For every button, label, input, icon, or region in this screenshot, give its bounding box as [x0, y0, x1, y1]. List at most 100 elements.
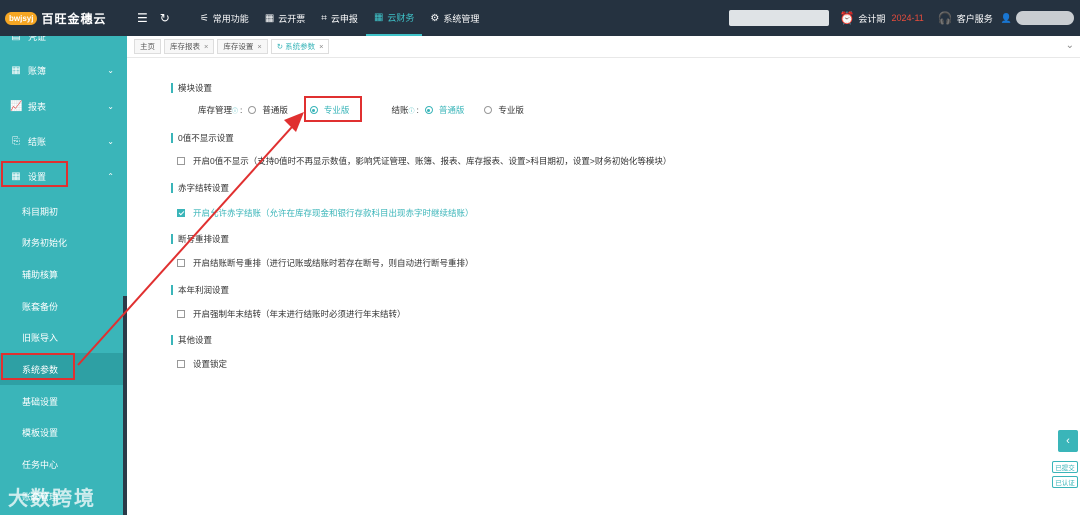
colon: :	[416, 105, 419, 115]
tab-label: 主页	[140, 42, 155, 51]
radio-closing-pro[interactable]	[484, 106, 493, 114]
user-icon: 👤	[1000, 12, 1012, 23]
customer-service[interactable]: 客户服务	[957, 12, 993, 25]
sidebar-sub-item[interactable]: 科目期初	[0, 195, 124, 227]
refresh-icon[interactable]: ↻	[160, 11, 170, 25]
section-module: 模块设置	[171, 83, 212, 93]
grid-icon: ▦	[264, 12, 275, 24]
crop-icon: ⌗	[321, 12, 327, 24]
checkbox-lock[interactable]	[177, 360, 185, 368]
sidebar-sub-item[interactable]: 财务初始化	[0, 226, 124, 258]
top-menu: ⚟ 常用功能 ▦ 云开票 ⌗ 云申报 ▦ 云财务 ⚙ 系统管理	[192, 0, 488, 36]
menu-label: 云财务	[387, 12, 415, 23]
radio-closing-normal[interactable]	[424, 106, 433, 114]
sidebar-sub-item[interactable]: 旧账导入	[0, 321, 124, 353]
headset-icon: 🎧	[937, 11, 953, 25]
menu-toggle-icon[interactable]: ☰	[137, 11, 148, 25]
colon: :	[240, 105, 243, 115]
tab-bar: 主页 库存报表 × 库存设置 × ↻ 系统参数 × ⌄	[127, 36, 1080, 58]
gear-icon: ⚙	[430, 12, 440, 24]
chevron-down-icon: ⌄	[107, 101, 114, 111]
menu-label: 云申报	[330, 13, 358, 24]
tab-inventory-settings[interactable]: 库存设置 ×	[217, 39, 268, 54]
sidebar-sub-item[interactable]: 模板设置	[0, 416, 124, 448]
sidebar-item-voucher[interactable]: ▤ 凭证	[0, 36, 124, 52]
menu-label: 云开票	[278, 13, 306, 24]
checkbox-label: 开启0值不显示（支持0值时不再显示数值，影响凭证管理、账簿、报表、库存报表、设置…	[193, 156, 672, 166]
menu-item-finance[interactable]: ▦ 云财务	[365, 0, 423, 36]
lock-row: 设置锁定	[177, 358, 227, 370]
tab-label: 库存设置	[223, 42, 254, 51]
chevron-left-icon[interactable]: ‹	[1058, 430, 1078, 452]
sidebar-sub-label: 基础设置	[22, 396, 59, 407]
period-label: 会计期	[858, 13, 886, 24]
menu-label: 系统管理	[443, 13, 480, 24]
radio-label: 普通版	[438, 105, 465, 115]
profit-row: 开启强制年末结转（年末进行结账时必须进行年末结转）	[177, 308, 406, 320]
menu-label: 常用功能	[212, 13, 249, 24]
checkbox-profit[interactable]	[177, 310, 185, 318]
chevron-down-icon[interactable]: ⌄	[1066, 40, 1074, 51]
app-logo[interactable]: bwjsyj 百旺金穗云	[0, 10, 127, 27]
info-icon[interactable]: ⓘ	[408, 106, 414, 115]
sidebar-item-label: 凭证	[28, 36, 47, 42]
sidebar-sub-item[interactable]: 基础设置	[0, 385, 124, 417]
user-name[interactable]	[1016, 11, 1074, 25]
chevron-down-icon: ⌄	[107, 65, 114, 75]
tab-inventory-report[interactable]: 库存报表 ×	[164, 39, 215, 54]
tab-label: 库存报表	[170, 42, 200, 51]
grid-icon: ▦	[373, 11, 384, 23]
red-row: 开启允许赤字结账（允许在库存现金和银行存款科目出现赤字时继续结账）	[177, 207, 474, 219]
top-bar: bwjsyj 百旺金穗云 ☰ ↻ ⚟ 常用功能 ▦ 云开票 ⌗ 云申报 ▦ 云财务 ⚙ 系…	[0, 0, 1080, 36]
closing-icon: ⎘	[12, 135, 20, 147]
section-red: 赤字结转设置	[171, 183, 229, 193]
section-zero: 0值不显示设置	[171, 133, 234, 143]
tab-label: 系统参数	[285, 42, 316, 51]
close-icon[interactable]: ×	[204, 42, 208, 51]
certified-button[interactable]: 已认证	[1052, 476, 1078, 488]
checkbox-label: 开启结账断号重排（进行记账或结账时若存在断号，则自动进行断号重排）	[193, 258, 474, 268]
tab-system-params[interactable]: ↻ 系统参数 ×	[270, 39, 330, 54]
sliders-icon: ⚟	[199, 12, 209, 24]
tab-home[interactable]: 主页	[134, 39, 161, 54]
sidebar-sub-label: 财务初始化	[22, 237, 68, 248]
refresh-icon[interactable]: ↻	[277, 42, 283, 51]
clock-icon: ⏰	[839, 11, 855, 25]
menu-item-invoice[interactable]: ▦ 云开票	[257, 0, 313, 36]
sidebar-sub-label: 辅助核算	[22, 269, 59, 280]
section-other: 其他设置	[171, 335, 212, 345]
sidebar-sub-item[interactable]: 账套备份	[0, 290, 124, 322]
menu-item-system[interactable]: ⚙ 系统管理	[422, 0, 487, 36]
logo-badge: bwjsyj	[5, 11, 38, 25]
menu-item-common[interactable]: ⚟ 常用功能	[192, 0, 257, 36]
watermark: 大数跨境	[8, 488, 96, 510]
checkbox-red[interactable]	[177, 209, 185, 217]
chevron-up-icon: ⌃	[107, 171, 114, 181]
chevron-down-icon: ⌄	[107, 136, 114, 146]
sidebar-item-reports[interactable]: 📈 报表 ⌄	[0, 90, 124, 122]
sidebar-item-books[interactable]: ▦ 账簿 ⌄	[0, 54, 124, 86]
sidebar-sub-label: 模板设置	[22, 427, 59, 438]
main-content: 主页 库存报表 × 库存设置 × ↻ 系统参数 × ⌄ 模块设置 库存管理 ⓘ: 普通版 …	[127, 36, 1080, 515]
gap-row: 开启结账断号重排（进行记账或结账时若存在断号，则自动进行断号重排）	[177, 257, 474, 269]
menu-item-declare[interactable]: ⌗ 云申报	[313, 0, 366, 36]
checkbox-zero[interactable]	[177, 157, 185, 165]
sidebar-item-label: 账簿	[28, 65, 47, 76]
sidebar: ▤ 凭证 ▦ 账簿 ⌄ 📈 报表 ⌄ ⎘ 结账 ⌄ ▦ 设置 ⌃ 科目期初 财务初始化 辅助核算 …	[0, 36, 127, 515]
period-value[interactable]: 2024-11	[891, 13, 923, 23]
sidebar-sub-item[interactable]: 辅助核算	[0, 258, 124, 290]
sidebar-item-closing[interactable]: ⎘ 结账 ⌄	[0, 125, 124, 157]
checkbox-label: 开启允许赤字结账（允许在库存现金和银行存款科目出现赤字时继续结账）	[193, 208, 474, 218]
checkbox-gap[interactable]	[177, 259, 185, 267]
close-icon[interactable]: ×	[319, 42, 323, 51]
inventory-label: 库存管理	[198, 105, 233, 115]
submitted-button[interactable]: 已提交	[1052, 461, 1078, 473]
sidebar-sub-item[interactable]: 任务中心	[0, 448, 124, 480]
closing-label: 结账	[391, 105, 409, 115]
highlight-pro-option	[304, 96, 362, 122]
info-icon[interactable]: ⓘ	[232, 106, 238, 115]
company-selector[interactable]	[729, 10, 830, 26]
radio-inventory-normal[interactable]	[248, 106, 257, 114]
close-icon[interactable]: ×	[257, 42, 261, 51]
bar-chart-icon: 📈	[10, 100, 23, 112]
